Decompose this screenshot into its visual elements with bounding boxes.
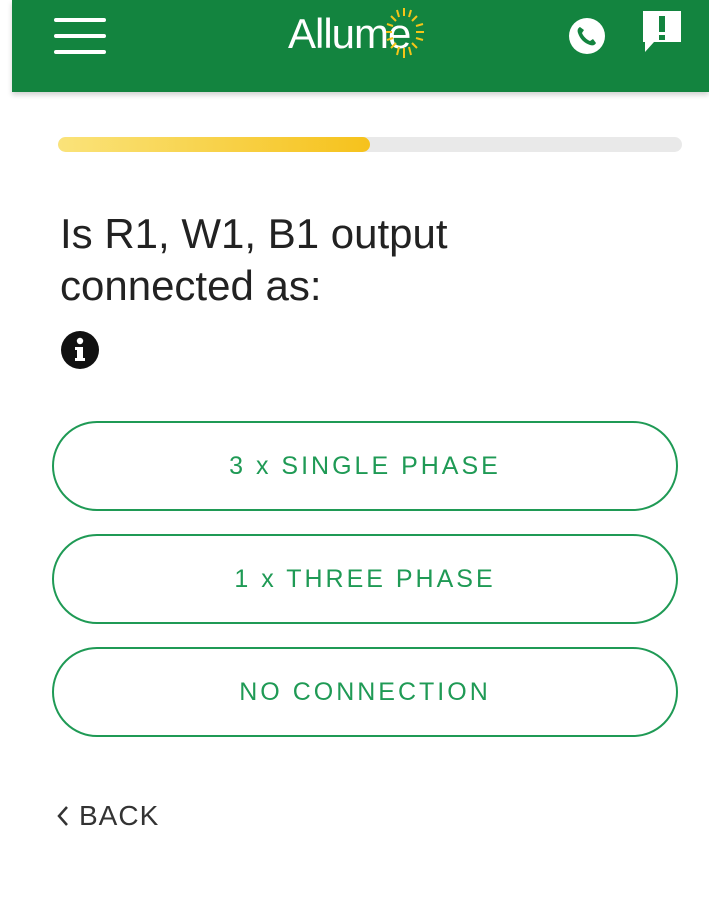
option-label: NO CONNECTION [239, 677, 491, 706]
sun-icon [386, 8, 425, 58]
app-header: Allume [12, 0, 709, 92]
option-three-phase-button[interactable]: 1 x THREE PHASE [52, 534, 678, 624]
hamburger-menu-icon[interactable] [54, 14, 106, 58]
question-line-2: connected as: [60, 262, 322, 309]
option-no-connection-button[interactable]: NO CONNECTION [52, 647, 678, 737]
progress-bar [58, 137, 682, 152]
option-label: 3 x SINGLE PHASE [229, 451, 501, 480]
info-icon[interactable] [60, 330, 100, 370]
option-label: 1 x THREE PHASE [234, 564, 496, 593]
chevron-left-icon [57, 806, 68, 826]
page: Allume Is R1, W1, B1 output connected as… [0, 0, 709, 919]
question-line-1: Is R1, W1, B1 output [60, 210, 448, 257]
left-strip [0, 0, 12, 919]
progress-fill [58, 137, 370, 152]
feedback-icon[interactable] [640, 8, 684, 56]
option-single-phase-button[interactable]: 3 x SINGLE PHASE [52, 421, 678, 511]
phone-icon[interactable] [567, 16, 607, 56]
brand-logo: Allume [288, 4, 426, 64]
back-label: BACK [79, 800, 160, 831]
back-button[interactable]: BACK [55, 796, 159, 836]
question-text: Is R1, W1, B1 output connected as: [60, 208, 660, 312]
